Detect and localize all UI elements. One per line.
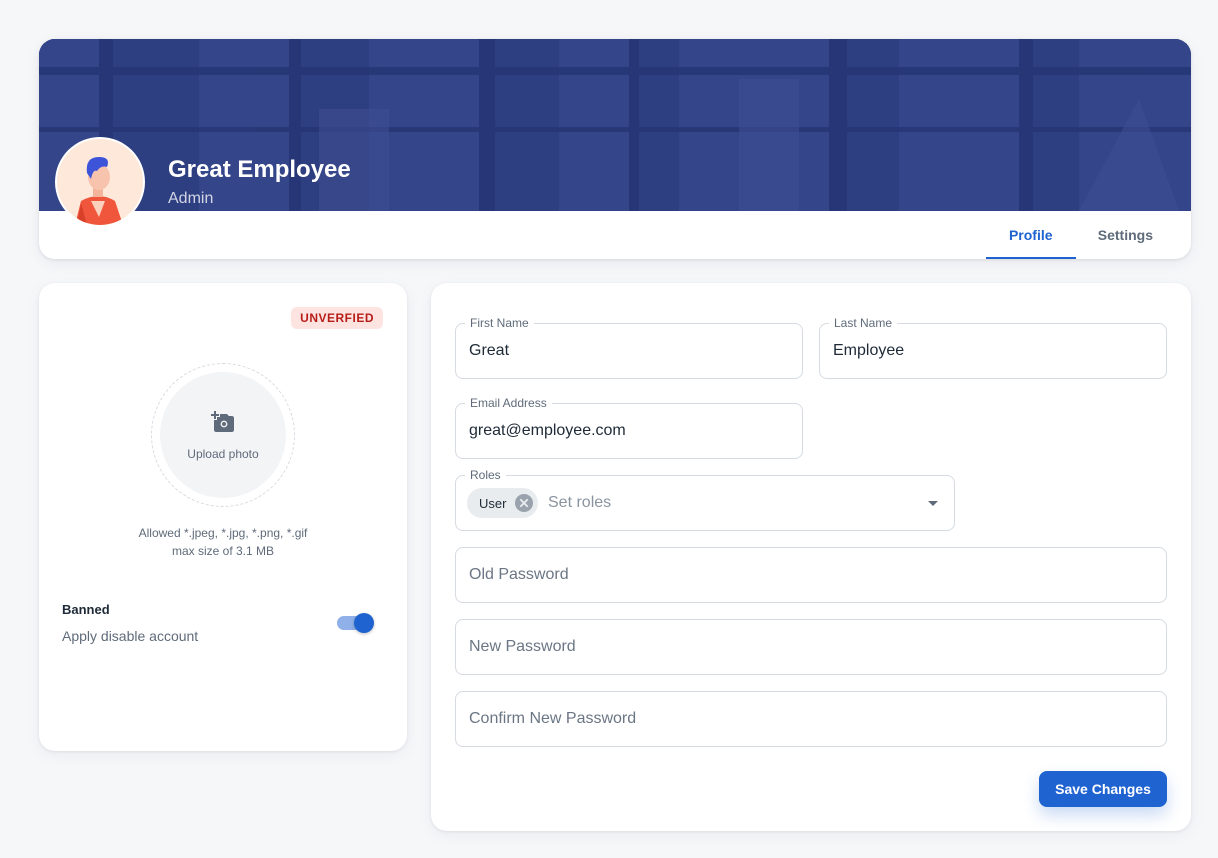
allowed-formats-line: Allowed *.jpeg, *.jpg, *.png, *.gif: [138, 526, 308, 540]
photo-status-card: UNVERFIED Upload photo Allowed *.jpeg, *…: [39, 283, 407, 751]
banned-toggle[interactable]: [337, 613, 374, 633]
first-name-field: First Name: [455, 316, 803, 379]
new-password-field[interactable]: New Password: [455, 619, 1167, 675]
roles-select[interactable]: Roles User Set roles: [455, 468, 955, 531]
roles-label: Roles: [465, 468, 506, 482]
add-a-photo-icon: [211, 410, 235, 439]
max-size-line: max size of 3.1 MB: [171, 544, 275, 558]
avatar[interactable]: [55, 137, 145, 227]
status-badge: UNVERFIED: [291, 307, 383, 329]
profile-form-card: First Name Last Name Email Address Roles…: [431, 283, 1191, 831]
first-name-input[interactable]: [469, 324, 789, 378]
allowed-formats-text: Allowed *.jpeg, *.jpg, *.png, *.gif max …: [39, 524, 407, 560]
upload-photo-dropzone[interactable]: Upload photo: [151, 363, 295, 507]
email-field: Email Address: [455, 396, 803, 459]
last-name-input[interactable]: [833, 324, 1153, 378]
profile-header-card: Great Employee Admin Profile Settings: [39, 39, 1191, 259]
old-password-placeholder: Old Password: [469, 566, 569, 583]
new-password-placeholder: New Password: [469, 638, 576, 655]
role-chip-label: User: [479, 495, 507, 511]
roles-placeholder[interactable]: Set roles: [548, 476, 611, 530]
upload-photo-area: Upload photo: [160, 372, 286, 498]
profile-tabs: Profile Settings: [985, 211, 1175, 259]
role-chip-user: User: [467, 488, 539, 518]
caret-down-icon[interactable]: [928, 501, 938, 506]
profile-name: Great Employee: [168, 156, 351, 183]
upload-photo-label: Upload photo: [187, 446, 259, 461]
save-changes-button[interactable]: Save Changes: [1039, 771, 1167, 807]
banned-title: Banned: [62, 602, 110, 617]
cover-image: [39, 39, 1191, 211]
confirm-password-placeholder: Confirm New Password: [469, 710, 637, 727]
tab-profile[interactable]: Profile: [985, 211, 1076, 259]
avatar-person-illustration: [57, 139, 143, 225]
cancel-circle-icon[interactable]: [514, 493, 534, 513]
avatar-image: [57, 139, 143, 225]
last-name-field: Last Name: [819, 316, 1167, 379]
banned-description: Apply disable account: [62, 628, 199, 644]
tab-settings[interactable]: Settings: [1076, 211, 1175, 259]
old-password-field[interactable]: Old Password: [455, 547, 1167, 603]
cover-building-pattern: [39, 39, 1191, 211]
toggle-thumb: [354, 613, 374, 633]
profile-role: Admin: [168, 190, 214, 207]
email-input[interactable]: [469, 404, 789, 458]
confirm-password-field[interactable]: Confirm New Password: [455, 691, 1167, 747]
